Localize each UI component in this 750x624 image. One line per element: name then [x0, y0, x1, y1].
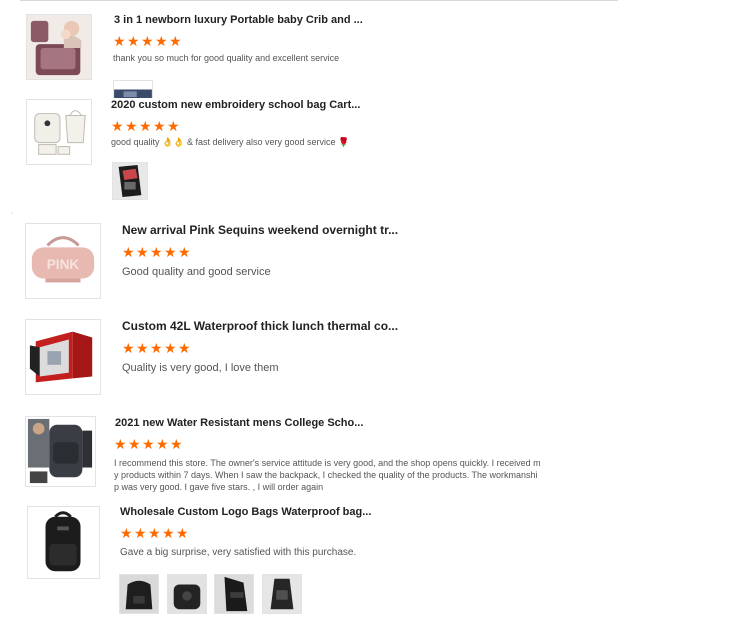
product-thumbnail-school-bag[interactable]	[26, 99, 92, 165]
photo-thumbnail-icon	[114, 81, 152, 98]
review-photo-2[interactable]	[167, 574, 207, 614]
star-icon: ★	[113, 33, 126, 49]
star-icon: ★	[142, 436, 155, 452]
review-text: thank you so much for good quality and e…	[113, 53, 340, 63]
star-icon: ★	[134, 525, 147, 541]
product-thumbnail-baby-crib[interactable]	[26, 14, 92, 80]
review-photo[interactable]	[112, 162, 148, 200]
product-title[interactable]: 3 in 1 newborn luxury Portable baby Crib…	[114, 14, 363, 26]
star-icon: ★	[170, 436, 183, 452]
star-icon: ★	[122, 340, 135, 356]
product-title[interactable]: Custom 42L Waterproof thick lunch therma…	[122, 319, 398, 333]
star-icon: ★	[150, 244, 163, 260]
star-rating: ★ ★ ★ ★ ★	[122, 340, 191, 356]
star-icon: ★	[162, 525, 175, 541]
star-icon: ★	[139, 118, 152, 134]
product-title[interactable]: 2021 new Water Resistant mens College Sc…	[115, 417, 363, 429]
college-backpack-icon	[26, 417, 95, 486]
svg-text:PINK: PINK	[47, 257, 80, 272]
star-icon: ★	[128, 436, 141, 452]
review-text: Quality is very good, I love them	[122, 362, 279, 374]
star-rating: ★ ★ ★ ★ ★	[113, 33, 182, 49]
review-text: Gave a big surprise, very satisfied with…	[120, 547, 357, 558]
star-icon: ★	[125, 118, 138, 134]
star-icon: ★	[122, 244, 135, 260]
photo-thumbnail-icon	[113, 163, 147, 199]
star-icon: ★	[164, 244, 177, 260]
star-icon: ★	[176, 525, 189, 541]
photo-thumbnail-icon	[215, 575, 253, 613]
school-bag-set-icon	[27, 100, 91, 164]
product-thumbnail-cooler-bag[interactable]	[25, 319, 101, 395]
star-icon: ★	[120, 525, 133, 541]
photo-thumbnail-icon	[120, 575, 158, 613]
star-icon: ★	[178, 340, 191, 356]
review-photo[interactable]	[113, 80, 153, 98]
product-thumbnail-pink-duffel[interactable]: PINK	[25, 223, 101, 299]
product-thumbnail-black-backpack[interactable]	[27, 506, 100, 579]
star-rating: ★ ★ ★ ★ ★	[122, 244, 191, 260]
review-photo-1[interactable]	[119, 574, 159, 614]
product-thumbnail-college-backpack[interactable]	[25, 416, 96, 487]
star-icon: ★	[169, 33, 182, 49]
review-photo-4[interactable]	[262, 574, 302, 614]
star-icon: ★	[156, 436, 169, 452]
review-text-line: p was very good. I gave five stars. , I …	[114, 482, 324, 492]
review-text: good quality 👌👌 & fast delivery also ver…	[111, 137, 350, 147]
star-rating: ★ ★ ★ ★ ★	[111, 118, 180, 134]
star-icon: ★	[148, 525, 161, 541]
star-icon: ★	[136, 244, 149, 260]
star-rating: ★ ★ ★ ★ ★	[114, 436, 183, 452]
top-divider	[20, 0, 618, 1]
star-icon: ★	[141, 33, 154, 49]
star-icon: ★	[150, 340, 163, 356]
star-icon: ★	[111, 118, 124, 134]
review-text-line: y products within 7 days. When I saw the…	[114, 470, 538, 480]
pink-duffel-bag-icon: PINK	[26, 224, 100, 298]
black-backpack-icon	[28, 507, 99, 578]
star-icon: ★	[164, 340, 177, 356]
star-icon: ★	[136, 340, 149, 356]
star-icon: ★	[167, 118, 180, 134]
star-icon: ★	[127, 33, 140, 49]
thermal-cooler-bag-icon	[26, 320, 100, 394]
star-icon: ★	[114, 436, 127, 452]
product-title[interactable]: Wholesale Custom Logo Bags Waterproof ba…	[120, 506, 371, 518]
star-icon: ★	[153, 118, 166, 134]
baby-crib-bag-icon	[27, 15, 91, 79]
review-text-line: I recommend this store. The owner's serv…	[114, 458, 541, 468]
divider-dot	[11, 212, 13, 214]
star-rating: ★ ★ ★ ★ ★	[120, 525, 189, 541]
review-text: I recommend this store. The owner's serv…	[114, 457, 574, 493]
review-text: Good quality and good service	[122, 266, 271, 278]
review-photo-3[interactable]	[214, 574, 254, 614]
star-icon: ★	[178, 244, 191, 260]
photo-thumbnail-icon	[263, 575, 301, 613]
product-title[interactable]: 2020 custom new embroidery school bag Ca…	[111, 99, 360, 111]
product-title[interactable]: New arrival Pink Sequins weekend overnig…	[122, 223, 398, 237]
star-icon: ★	[155, 33, 168, 49]
photo-thumbnail-icon	[168, 575, 206, 613]
